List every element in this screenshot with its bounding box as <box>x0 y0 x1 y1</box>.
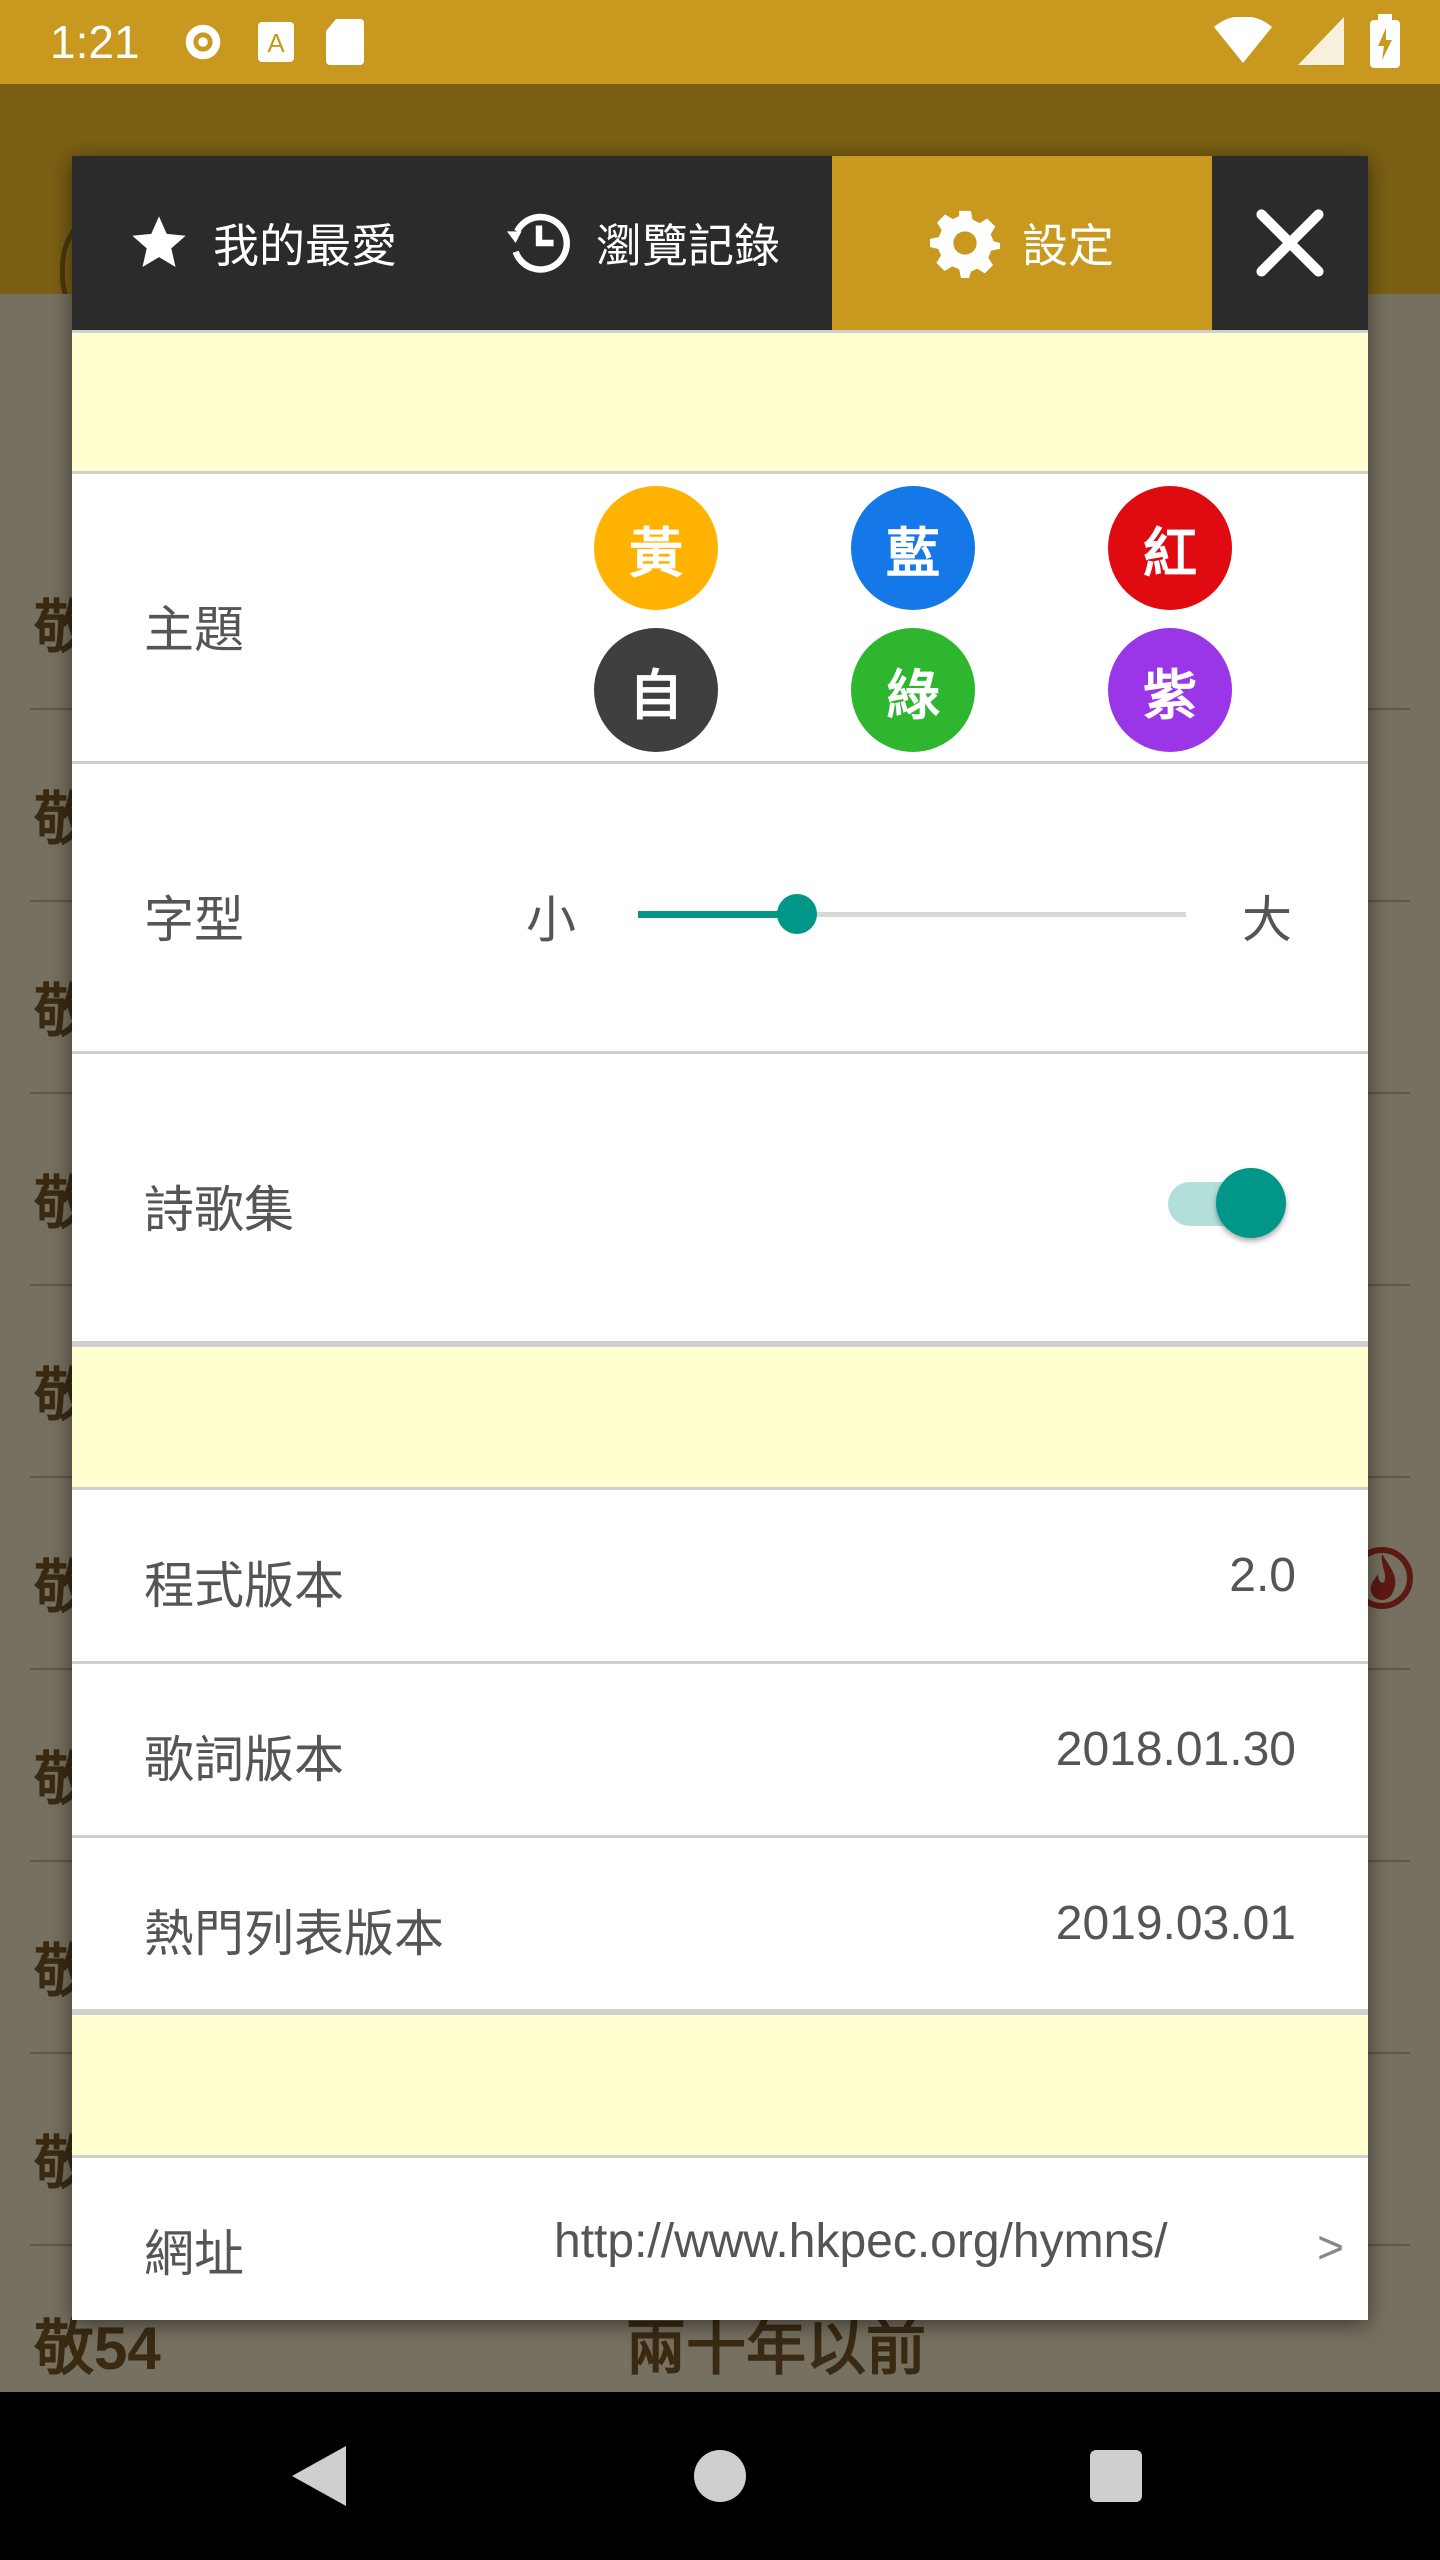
lyrics-version-row: 歌詞版本 2018.01.30 <box>72 1664 1368 1838</box>
app-version-label: 程式版本 <box>144 1557 344 1615</box>
tab-favorites-label: 我的最愛 <box>213 219 397 273</box>
hymnbook-row: 詩歌集 <box>72 1054 1368 1344</box>
section-spacer <box>72 2012 1368 2158</box>
app-version-value: 2.0 <box>1229 1549 1296 1602</box>
lyrics-version-value: 2018.01.30 <box>1055 1723 1296 1776</box>
tab-history[interactable]: 瀏覽記錄 <box>452 156 832 330</box>
svg-text:A: A <box>267 28 285 58</box>
settings-notification-icon <box>185 24 220 60</box>
section-spacer <box>72 1344 1368 1490</box>
hot-list-version-value: 2019.03.01 <box>1055 1897 1296 1950</box>
font-size-row: 字型 小 大 <box>72 764 1368 1054</box>
website-url[interactable]: http://www.hkpec.org/hymns/ <box>554 2214 1168 2269</box>
website-row[interactable]: 網址 http://www.hkpec.org/hymns/ > <box>72 2158 1368 2320</box>
font-size-slider[interactable] <box>638 884 1186 944</box>
font-size-label: 字型 <box>144 891 244 949</box>
home-icon[interactable] <box>694 2450 746 2502</box>
settings-dialog: 我的最愛 瀏覽記錄 設定 主題 黃 藍 紅 自 綠 紫 字型 小 大 詩歌集 程… <box>72 156 1368 2320</box>
status-bar: 1:21 A <box>0 0 1440 84</box>
theme-purple-button[interactable]: 紫 <box>1108 628 1232 752</box>
tab-settings[interactable]: 設定 <box>832 156 1212 330</box>
theme-red-button[interactable]: 紅 <box>1108 486 1232 610</box>
status-notification-icons: A <box>180 19 364 65</box>
status-system-icons <box>1214 14 1400 68</box>
toggle-thumb <box>1216 1168 1286 1238</box>
system-navigation-bar <box>0 2392 1440 2560</box>
gear-icon <box>930 210 1000 278</box>
history-icon <box>506 213 570 273</box>
theme-white-button[interactable]: 自 <box>594 628 718 752</box>
tab-settings-label: 設定 <box>1022 219 1114 273</box>
signal-icon <box>1298 17 1344 65</box>
font-large-label: 大 <box>1242 891 1292 949</box>
tab-history-label: 瀏覽記錄 <box>596 219 780 273</box>
tab-favorites[interactable]: 我的最愛 <box>72 156 452 330</box>
battery-charging-icon <box>1370 14 1400 68</box>
theme-green-button[interactable]: 綠 <box>851 628 975 752</box>
hymnbook-toggle[interactable] <box>1168 1160 1288 1240</box>
back-icon[interactable] <box>292 2446 346 2506</box>
recents-icon[interactable] <box>1090 2450 1142 2502</box>
keyboard-a-icon: A <box>257 22 294 62</box>
theme-yellow-button[interactable]: 黃 <box>594 486 718 610</box>
lyrics-version-label: 歌詞版本 <box>144 1731 344 1789</box>
star-icon <box>132 216 186 267</box>
theme-row: 主題 黃 藍 紅 自 綠 紫 <box>72 474 1368 764</box>
slider-thumb[interactable] <box>777 894 817 934</box>
font-small-label: 小 <box>526 891 576 949</box>
section-spacer <box>72 330 1368 474</box>
sd-card-icon <box>325 19 364 65</box>
theme-label: 主題 <box>144 601 244 659</box>
status-time: 1:21 <box>50 16 140 68</box>
wifi-icon <box>1214 17 1272 63</box>
close-icon <box>1256 209 1324 277</box>
hymnbook-label: 詩歌集 <box>144 1181 294 1239</box>
chevron-right-icon: > <box>1317 2221 1344 2273</box>
hot-list-version-row: 熱門列表版本 2019.03.01 <box>72 1838 1368 2012</box>
slider-fill <box>638 911 797 918</box>
theme-blue-button[interactable]: 藍 <box>851 486 975 610</box>
website-label: 網址 <box>144 2225 244 2283</box>
hot-list-version-label: 熱門列表版本 <box>144 1905 444 1963</box>
dialog-tab-bar: 我的最愛 瀏覽記錄 設定 <box>72 156 1368 330</box>
close-button[interactable] <box>1212 156 1368 330</box>
app-version-row: 程式版本 2.0 <box>72 1490 1368 1664</box>
